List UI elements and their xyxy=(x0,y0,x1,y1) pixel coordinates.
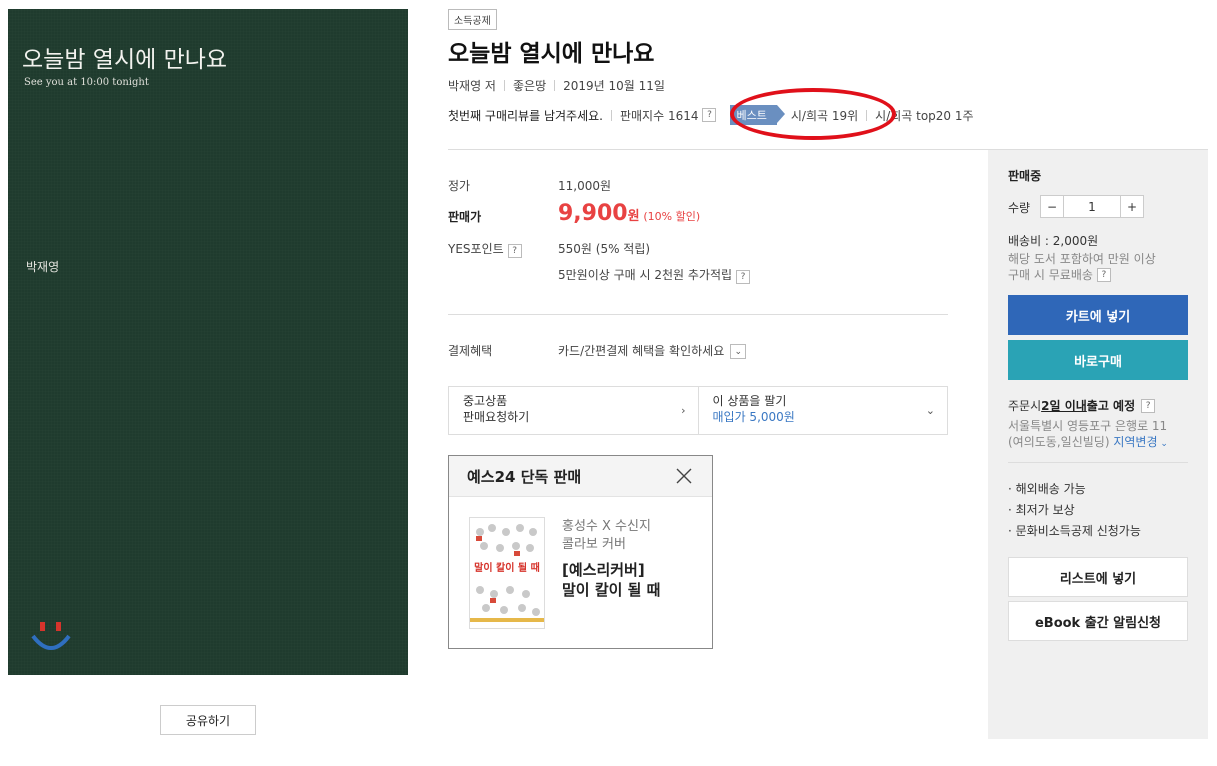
chevron-down-icon: ⌄ xyxy=(925,404,935,417)
tax-deduction-badge: 소득공제 xyxy=(448,9,497,30)
chevron-down-icon[interactable]: ⌄ xyxy=(730,344,747,359)
sale-price: 9,900원 (10% 할인) xyxy=(558,201,700,226)
sales-index: 판매지수 1614 xyxy=(619,108,699,123)
used-request-sub: 판매요청하기 xyxy=(463,410,530,424)
points-extra: 5만원이상 구매 시 2천원 추가적립 xyxy=(558,268,733,282)
quantity-minus-button[interactable]: − xyxy=(1040,195,1064,218)
quantity-input[interactable]: 1 xyxy=(1064,195,1120,218)
help-icon[interactable]: ? xyxy=(1141,398,1156,413)
divider xyxy=(554,80,556,91)
help-icon[interactable]: ? xyxy=(1096,267,1111,282)
help-icon[interactable]: ? xyxy=(702,108,717,122)
sale-price-amount: 9,900 xyxy=(558,201,628,226)
sale-status: 판매중 xyxy=(1008,169,1042,183)
sale-price-label: 판매가 xyxy=(448,210,482,224)
payment-value: 카드/간편결제 혜택을 확인하세요 xyxy=(558,344,725,358)
publisher-link[interactable]: 좋은땅 xyxy=(513,77,546,94)
book-illustration-icon: 말이 칼이 될 때 xyxy=(470,518,544,628)
ebook-alert-button[interactable]: eBook 출간 알림신청 xyxy=(1008,601,1188,641)
points-label-row: YES포인트? xyxy=(448,240,522,258)
divider xyxy=(1008,462,1188,463)
annotation-circle xyxy=(730,88,896,140)
used-request-title: 중고상품 xyxy=(463,394,508,408)
exclusive-sub-line2: 콜라보 커버 xyxy=(562,537,626,552)
address-line2: (여의도동,일신빌딩) xyxy=(1008,435,1110,449)
buy-now-button[interactable]: 바로구매 xyxy=(1008,340,1188,380)
sell-item-title: 이 상품을 팔기 xyxy=(712,394,787,408)
address-row: (여의도동,일신빌딩) 지역변경 ⌄ xyxy=(1008,433,1168,450)
feature-culture-deduction: · 문화비소득공제 신청가능 xyxy=(1008,524,1141,538)
cover-subtitle: See you at 10:00 tonight xyxy=(24,77,149,88)
help-icon[interactable]: ? xyxy=(507,244,522,258)
add-to-cart-button[interactable]: 카트에 넣기 xyxy=(1008,295,1188,335)
list-price-label: 정가 xyxy=(448,179,471,193)
close-icon[interactable] xyxy=(674,466,694,486)
points-extra-row: 5만원이상 구매 시 2천원 추가적립? xyxy=(558,266,751,284)
cover-author: 박재영 xyxy=(26,260,60,274)
chevron-right-icon: › xyxy=(681,404,686,417)
add-to-list-button[interactable]: 리스트에 넣기 xyxy=(1008,557,1188,597)
book-cover[interactable] xyxy=(8,9,408,675)
payment-label: 결제혜택 xyxy=(448,344,493,358)
delivery-days: 2일 이내 xyxy=(1041,399,1087,413)
product-meta: 박재영 저 좋은땅 2019년 10월 11일 xyxy=(448,77,665,94)
cover-title: 오늘밤 열시에 만나요 xyxy=(22,47,228,73)
exclusive-heading: 예스24 단독 판매 xyxy=(467,467,582,486)
recover-book-thumbnail[interactable]: 말이 칼이 될 때 xyxy=(469,517,545,629)
address-line1: 서울특별시 영등포구 은행로 11 xyxy=(1008,419,1168,433)
delivery-estimate: 주문시 2일 이내 출고 예정 ? xyxy=(1008,397,1156,414)
quantity-plus-button[interactable]: + xyxy=(1120,195,1144,218)
quantity-label: 수량 xyxy=(1008,201,1031,215)
used-goods-box: 중고상품 판매요청하기 › 이 상품을 팔기 매입가 5,000원 ⌄ xyxy=(448,386,948,435)
feature-overseas: · 해외배송 가능 xyxy=(1008,482,1086,496)
exclusive-name-line1: [예스리커버] xyxy=(562,561,645,579)
sell-item-button[interactable]: 이 상품을 팔기 매입가 5,000원 ⌄ xyxy=(697,387,948,434)
review-prompt-link[interactable]: 첫번째 구매리뷰를 남겨주세요. xyxy=(448,107,603,124)
region-change-link[interactable]: 지역변경 xyxy=(1113,435,1157,449)
used-request-button[interactable]: 중고상품 판매요청하기 › xyxy=(449,387,698,434)
exclusive-book-name[interactable]: [예스리커버] 말이 칼이 될 때 xyxy=(562,560,660,600)
exclusive-sub-line1: 홍성수 X 수신지 xyxy=(562,519,651,534)
shipping-fee: 배송비 : 2,000원 xyxy=(1008,234,1099,248)
points-label: YES포인트 xyxy=(448,242,504,256)
quantity-stepper: − 1 + xyxy=(1040,195,1144,218)
exclusive-subtitle: 홍성수 X 수신지 콜라보 커버 xyxy=(562,518,651,554)
author-link[interactable]: 박재영 저 xyxy=(448,77,496,94)
free-shipping-line2: 구매 시 무료배송 xyxy=(1008,268,1093,282)
share-button[interactable]: 공유하기 xyxy=(160,705,256,735)
publisher-logo-icon xyxy=(31,622,71,650)
order-prefix: 주문시 xyxy=(1008,399,1042,413)
product-title: 오늘밤 열시에 만나요 xyxy=(448,41,655,67)
sale-price-unit: 원 xyxy=(627,209,640,224)
discount-rate: (10% 할인) xyxy=(643,210,701,223)
free-shipping-row: 구매 시 무료배송? xyxy=(1008,266,1111,283)
exclusive-sale-box: 예스24 단독 판매 말이 칼이 될 때 홍성수 X 수신지 콜라보 커버 [예… xyxy=(448,455,713,649)
points-value: 550원 (5% 적립) xyxy=(558,242,651,256)
list-price-value: 11,000원 xyxy=(558,179,612,193)
order-suffix: 출고 예정 xyxy=(1086,399,1136,413)
exclusive-name-line2: 말이 칼이 될 때 xyxy=(562,581,661,599)
divider xyxy=(448,314,948,315)
exclusive-header: 예스24 단독 판매 xyxy=(449,456,712,497)
help-icon[interactable]: ? xyxy=(736,270,751,284)
payment-row: 카드/간편결제 혜택을 확인하세요 ⌄ xyxy=(558,342,747,359)
buyback-price: 매입가 5,000원 xyxy=(712,410,795,424)
publish-date: 2019년 10월 11일 xyxy=(563,79,665,93)
chevron-down-icon: ⌄ xyxy=(1157,439,1168,449)
divider xyxy=(610,109,612,121)
thumbnail-title: 말이 칼이 될 때 xyxy=(474,561,540,574)
divider xyxy=(503,80,505,91)
free-shipping-line1: 해당 도서 포함하여 만원 이상 xyxy=(1008,252,1156,266)
feature-lowest-price: · 최저가 보상 xyxy=(1008,503,1075,517)
